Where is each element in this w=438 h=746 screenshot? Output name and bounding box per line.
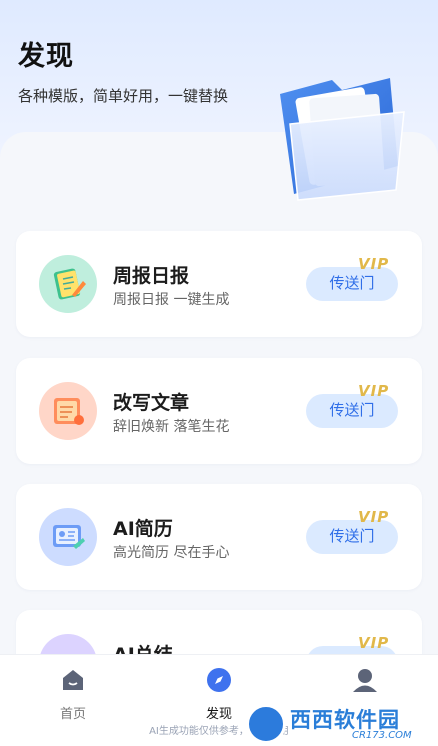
card-weekly-report[interactable]: 周报日报 周报日报 一键生成 传送门 VIP (16, 231, 422, 337)
home-icon (63, 670, 83, 690)
resume-card-icon (39, 508, 97, 566)
notebook-pencil-icon (39, 255, 97, 313)
tab-label: 首页 (59, 707, 86, 722)
header: 发现 各种模版，简单好用，一键替换 (18, 34, 228, 106)
site-watermark: 西西软件园 CR173.COM (246, 702, 438, 746)
watermark-url: CR173.COM (352, 730, 412, 741)
card-rewrite-article[interactable]: 改写文章 辞旧焕新 落笔生花 传送门 VIP (16, 358, 422, 464)
card-subtitle: 辞旧焕新 落笔生花 (113, 419, 230, 435)
vip-badge: VIP (358, 634, 390, 652)
card-subtitle: 高光简历 尽在手心 (113, 545, 230, 561)
scroll-pen-icon (39, 382, 97, 440)
card-ai-resume[interactable]: AI简历 高光简历 尽在手心 传送门 VIP (16, 484, 422, 590)
vip-badge: VIP (358, 255, 390, 273)
compass-icon (207, 668, 231, 692)
card-title: 周报日报 (113, 265, 190, 287)
watermark-logo-icon (246, 704, 286, 744)
vip-badge: VIP (358, 508, 390, 526)
tab-label: 发现 (205, 707, 232, 722)
page-title: 发现 (18, 41, 74, 72)
tab-home[interactable]: 首页 (43, 667, 103, 722)
card-subtitle: 周报日报 一键生成 (113, 292, 230, 308)
card-title: 改写文章 (113, 392, 190, 414)
tab-profile[interactable] (335, 667, 395, 703)
card-title: AI简历 (113, 518, 173, 540)
vip-badge: VIP (358, 382, 390, 400)
page-subtitle: 各种模版，简单好用，一键替换 (18, 87, 229, 105)
tab-discover[interactable]: 发现 (189, 667, 249, 722)
folder-illustration-icon (280, 78, 405, 201)
profile-icon (353, 669, 377, 692)
